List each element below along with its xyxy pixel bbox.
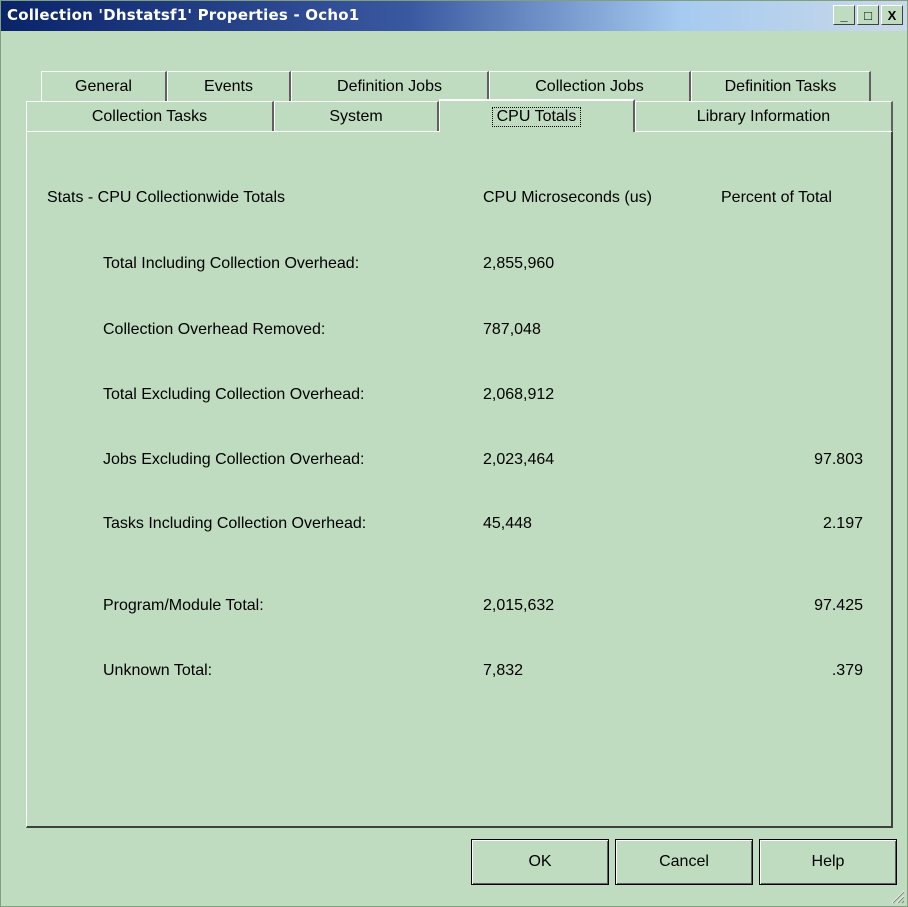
help-label: Help <box>811 853 845 870</box>
row-percent: 97.803 <box>814 451 863 468</box>
ok-button[interactable]: OK <box>471 839 609 885</box>
close-icon: X <box>887 7 897 23</box>
close-button[interactable]: X <box>881 5 903 25</box>
tab-label: Definition Tasks <box>724 77 837 95</box>
section-title: Stats - CPU Collectionwide Totals <box>47 189 286 206</box>
row-microseconds: 2,068,912 <box>483 386 555 403</box>
row-percent: 2.197 <box>822 515 863 532</box>
row-label: Total Excluding Collection Overhead: <box>103 386 365 403</box>
tab-library-information[interactable]: Library Information <box>635 101 893 131</box>
row-label: Tasks Including Collection Overhead: <box>103 515 367 532</box>
row-label: Total Including Collection Overhead: <box>103 255 360 272</box>
cancel-button[interactable]: Cancel <box>615 839 753 885</box>
tab-system[interactable]: System <box>274 101 439 131</box>
row-microseconds: 45,448 <box>483 515 532 532</box>
tab-collection-tasks[interactable]: Collection Tasks <box>26 101 274 131</box>
minimize-button[interactable]: _ <box>833 5 855 25</box>
title-bar[interactable]: Collection 'Dhstatsf1' Properties - Ocho… <box>1 1 907 31</box>
properties-window: Collection 'Dhstatsf1' Properties - Ocho… <box>0 0 908 907</box>
tab-collection-jobs[interactable]: Collection Jobs <box>489 71 691 101</box>
row-microseconds: 2,023,464 <box>483 451 555 468</box>
help-button[interactable]: Help <box>759 839 897 885</box>
tab-cpu-totals[interactable]: CPU Totals <box>439 99 635 132</box>
tab-label: Events <box>204 77 253 95</box>
tab-definition-tasks[interactable]: Definition Tasks <box>691 71 871 101</box>
tab-label: General <box>75 77 132 95</box>
tab-events[interactable]: Events <box>167 71 291 101</box>
column-header-microseconds: CPU Microseconds (us) <box>483 189 652 206</box>
tab-label: CPU Totals <box>491 106 582 127</box>
tab-label: Collection Tasks <box>91 107 208 125</box>
row-microseconds: 7,832 <box>483 662 524 679</box>
window-title: Collection 'Dhstatsf1' Properties - Ocho… <box>7 6 360 24</box>
row-microseconds: 2,855,960 <box>483 255 555 272</box>
maximize-button[interactable]: □ <box>857 5 879 25</box>
row-label: Jobs Excluding Collection Overhead: <box>103 451 365 468</box>
cpu-totals-panel <box>26 131 893 828</box>
tab-label: Definition Jobs <box>337 77 442 95</box>
tab-general[interactable]: General <box>41 71 167 101</box>
row-label: Program/Module Total: <box>103 597 264 614</box>
row-microseconds: 787,048 <box>483 321 541 338</box>
row-percent: .379 <box>831 662 863 679</box>
row-label: Collection Overhead Removed: <box>103 321 326 338</box>
minimize-icon: _ <box>840 7 848 23</box>
maximize-icon: □ <box>864 7 872 23</box>
tab-definition-jobs[interactable]: Definition Jobs <box>291 71 489 101</box>
row-microseconds: 2,015,632 <box>483 597 555 614</box>
column-header-percent: Percent of Total <box>721 189 832 206</box>
cancel-label: Cancel <box>659 853 709 870</box>
tab-label: System <box>329 107 383 125</box>
window-controls: _ □ X <box>833 5 903 25</box>
resize-grip-icon[interactable] <box>889 888 905 904</box>
tab-label: Library Information <box>696 107 831 125</box>
tab-label: Collection Jobs <box>535 77 644 95</box>
ok-label: OK <box>528 853 552 870</box>
row-label: Unknown Total: <box>103 662 213 679</box>
row-percent: 97.425 <box>814 597 863 614</box>
